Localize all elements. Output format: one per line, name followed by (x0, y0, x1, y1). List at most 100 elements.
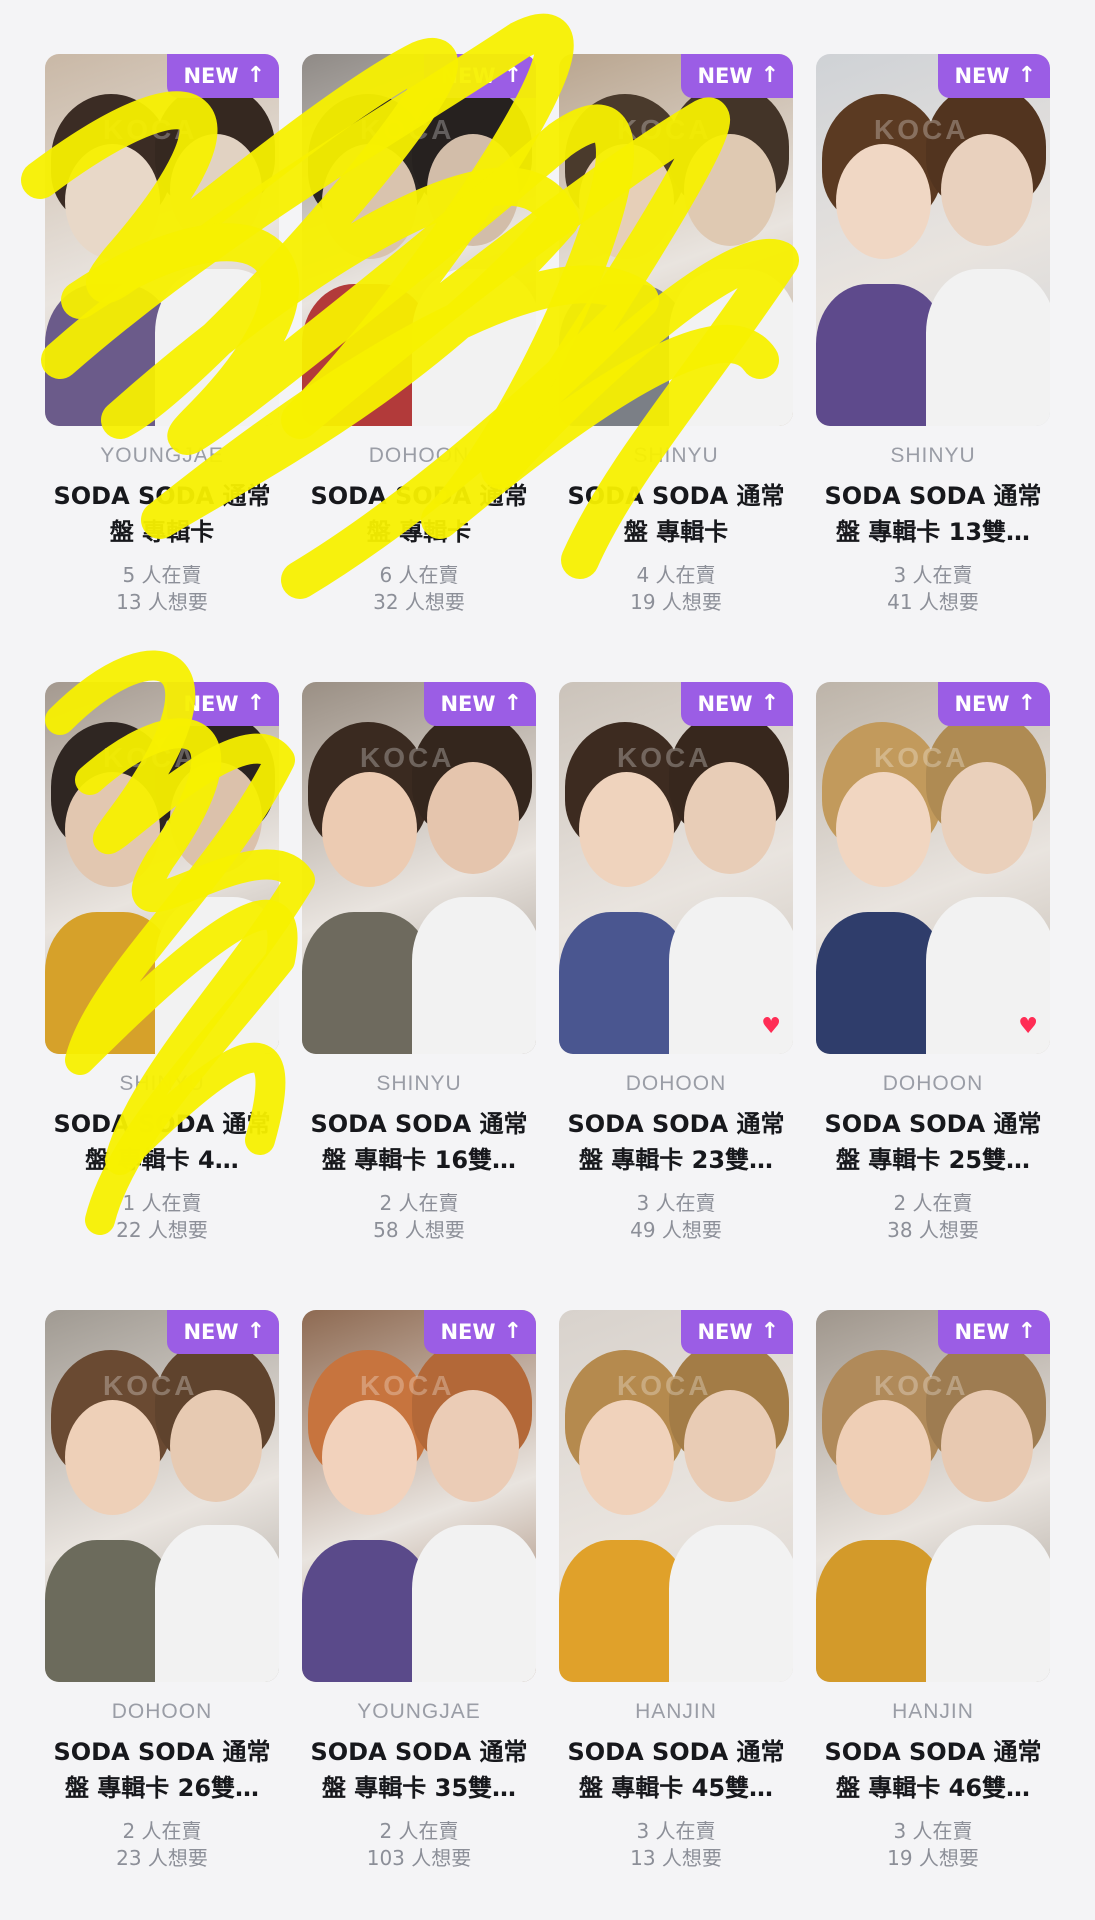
sellers-count: 6 人在賣 (379, 563, 459, 587)
card-title[interactable]: SODA SODA 通常盤 專輯卡 (302, 478, 536, 550)
new-badge-label: NEW (440, 692, 496, 716)
member-name: SHINYU (633, 444, 719, 467)
new-badge-label: NEW (954, 692, 1010, 716)
photocard-item[interactable]: KOCA NEW ↑ HANJIN SODA SODA 通常盤 專輯卡 45雙… 3 人在… (559, 1310, 793, 1882)
photo-scene (559, 1310, 793, 1682)
photocard-image[interactable]: KOCA NEW ↑ (559, 1310, 793, 1682)
member-name: DOHOON (882, 1072, 984, 1095)
card-title[interactable]: SODA SODA 通常盤 專輯卡 4… (45, 1106, 279, 1178)
sellers-count: 2 人在賣 (379, 1819, 459, 1843)
photo-scene (302, 682, 536, 1054)
sellers-count: 3 人在賣 (893, 1819, 973, 1843)
member-name: DOHOON (368, 444, 470, 467)
new-badge-label: NEW (697, 64, 753, 88)
wanters-count: 23 人想要 (116, 1846, 208, 1870)
wanters-count: 19 人想要 (630, 590, 722, 614)
photocard-item[interactable]: KOCA NEW ↑ ♥ DOHOON SODA SODA 通常盤 專輯卡 23雙… 3 人… (559, 682, 793, 1254)
card-title[interactable]: SODA SODA 通常盤 專輯卡 45雙… (559, 1734, 793, 1806)
wanters-count: 22 人想要 (116, 1218, 208, 1242)
new-badge: NEW ↑ (938, 54, 1050, 98)
arrow-up-icon: ↑ (246, 1319, 265, 1344)
new-badge: NEW ↑ (167, 54, 279, 98)
wanters-count: 49 人想要 (630, 1218, 722, 1242)
sellers-count: 4 人在賣 (636, 563, 716, 587)
photocard-item[interactable]: KOCA NEW ↑ ♥ DOHOON SODA SODA 通常盤 專輯卡 25雙… 2 人… (816, 682, 1050, 1254)
photo-scene (816, 54, 1050, 426)
arrow-up-icon: ↑ (760, 691, 779, 716)
card-title[interactable]: SODA SODA 通常盤 專輯卡 13雙… (816, 478, 1050, 550)
photocard-item[interactable]: KOCA NEW ↑ SHINYU SODA SODA 通常盤 專輯卡 4 人在賣 19 人… (559, 54, 793, 626)
wanters-count: 19 人想要 (887, 1846, 979, 1870)
sellers-count: 2 人在賣 (893, 1191, 973, 1215)
wanters-count: 32 人想要 (373, 590, 465, 614)
photocard-item[interactable]: KOCA NEW ↑ SHINYU SODA SODA 通常盤 專輯卡 13雙… 3 人在… (816, 54, 1050, 626)
photo-scene (816, 682, 1050, 1054)
photocard-image[interactable]: KOCA NEW ↑ ♥ (559, 682, 793, 1054)
new-badge: NEW ↑ (424, 682, 536, 726)
photocard-market-page: KOCA NEW ↑ YOUNGJAE SODA SODA 通常盤 專輯卡 5 人在賣 13… (0, 0, 1095, 1920)
photocard-item[interactable]: KOCA NEW ↑ SHINYU SODA SODA 通常盤 專輯卡 16雙… 2 人在… (302, 682, 536, 1254)
photo-scene (45, 682, 279, 1054)
member-name: DOHOON (625, 1072, 727, 1095)
new-badge: NEW ↑ (424, 1310, 536, 1354)
photocard-image[interactable]: KOCA NEW ↑ (302, 54, 536, 426)
new-badge-label: NEW (697, 692, 753, 716)
wanters-count: 13 人想要 (116, 590, 208, 614)
card-title[interactable]: SODA SODA 通常盤 專輯卡 (559, 478, 793, 550)
photocard-image[interactable]: KOCA NEW ↑ (302, 1310, 536, 1682)
sellers-count: 2 人在賣 (379, 1191, 459, 1215)
wanters-count: 13 人想要 (630, 1846, 722, 1870)
new-badge: NEW ↑ (681, 54, 793, 98)
heart-icon[interactable]: ♥ (761, 1016, 781, 1038)
photocard-image[interactable]: KOCA NEW ↑ (559, 54, 793, 426)
photocard-image[interactable]: KOCA NEW ↑ (816, 54, 1050, 426)
member-name: SHINYU (890, 444, 976, 467)
card-title[interactable]: SODA SODA 通常盤 專輯卡 35雙… (302, 1734, 536, 1806)
arrow-up-icon: ↑ (246, 63, 265, 88)
photocard-image[interactable]: KOCA NEW ↑ (45, 682, 279, 1054)
sellers-count: 2 人在賣 (122, 1819, 202, 1843)
arrow-up-icon: ↑ (246, 691, 265, 716)
photocard-image[interactable]: KOCA NEW ↑ (816, 1310, 1050, 1682)
photocard-image[interactable]: KOCA NEW ↑ ♥ (816, 682, 1050, 1054)
wanters-count: 38 人想要 (887, 1218, 979, 1242)
card-title[interactable]: SODA SODA 通常盤 專輯卡 26雙… (45, 1734, 279, 1806)
photocard-item[interactable]: KOCA NEW ↑ HANJIN SODA SODA 通常盤 專輯卡 46雙… 3 人在… (816, 1310, 1050, 1882)
card-grid: KOCA NEW ↑ YOUNGJAE SODA SODA 通常盤 專輯卡 5 人在賣 13… (45, 54, 1059, 1882)
arrow-up-icon: ↑ (503, 1319, 522, 1344)
sellers-count: 5 人在賣 (122, 563, 202, 587)
sellers-count: 1 人在賣 (122, 1191, 202, 1215)
photocard-item[interactable]: KOCA NEW ↑ DOHOON SODA SODA 通常盤 專輯卡 26雙… 2 人在… (45, 1310, 279, 1882)
photocard-image[interactable]: KOCA NEW ↑ (45, 1310, 279, 1682)
photo-scene (302, 54, 536, 426)
member-name: HANJIN (892, 1700, 974, 1723)
photocard-item[interactable]: KOCA NEW ↑ YOUNGJAE SODA SODA 通常盤 專輯卡 35雙… 2 … (302, 1310, 536, 1882)
photocard-image[interactable]: KOCA NEW ↑ (302, 682, 536, 1054)
new-badge: NEW ↑ (681, 682, 793, 726)
member-name: SHINYU (119, 1072, 205, 1095)
card-title[interactable]: SODA SODA 通常盤 專輯卡 25雙… (816, 1106, 1050, 1178)
photocard-item[interactable]: KOCA NEW ↑ YOUNGJAE SODA SODA 通常盤 專輯卡 5 人在賣 13… (45, 54, 279, 626)
member-name: HANJIN (635, 1700, 717, 1723)
card-title[interactable]: SODA SODA 通常盤 專輯卡 16雙… (302, 1106, 536, 1178)
new-badge: NEW ↑ (167, 682, 279, 726)
arrow-up-icon: ↑ (503, 63, 522, 88)
member-name: SHINYU (376, 1072, 462, 1095)
new-badge-label: NEW (183, 1320, 239, 1344)
photocard-item[interactable]: KOCA NEW ↑ DOHOON SODA SODA 通常盤 專輯卡 6 人在賣 32 人… (302, 54, 536, 626)
card-title[interactable]: SODA SODA 通常盤 專輯卡 46雙… (816, 1734, 1050, 1806)
new-badge-label: NEW (183, 692, 239, 716)
card-title[interactable]: SODA SODA 通常盤 專輯卡 23雙… (559, 1106, 793, 1178)
heart-icon[interactable]: ♥ (1018, 1016, 1038, 1038)
new-badge-label: NEW (954, 64, 1010, 88)
arrow-up-icon: ↑ (1017, 1319, 1036, 1344)
card-title[interactable]: SODA SODA 通常盤 專輯卡 (45, 478, 279, 550)
new-badge-label: NEW (440, 64, 496, 88)
member-name: YOUNGJAE (357, 1700, 481, 1723)
photocard-item[interactable]: KOCA NEW ↑ SHINYU SODA SODA 通常盤 專輯卡 4… 1 人在賣 2… (45, 682, 279, 1254)
arrow-up-icon: ↑ (1017, 63, 1036, 88)
photocard-image[interactable]: KOCA NEW ↑ (45, 54, 279, 426)
photo-scene (45, 54, 279, 426)
member-name: DOHOON (111, 1700, 213, 1723)
arrow-up-icon: ↑ (503, 691, 522, 716)
